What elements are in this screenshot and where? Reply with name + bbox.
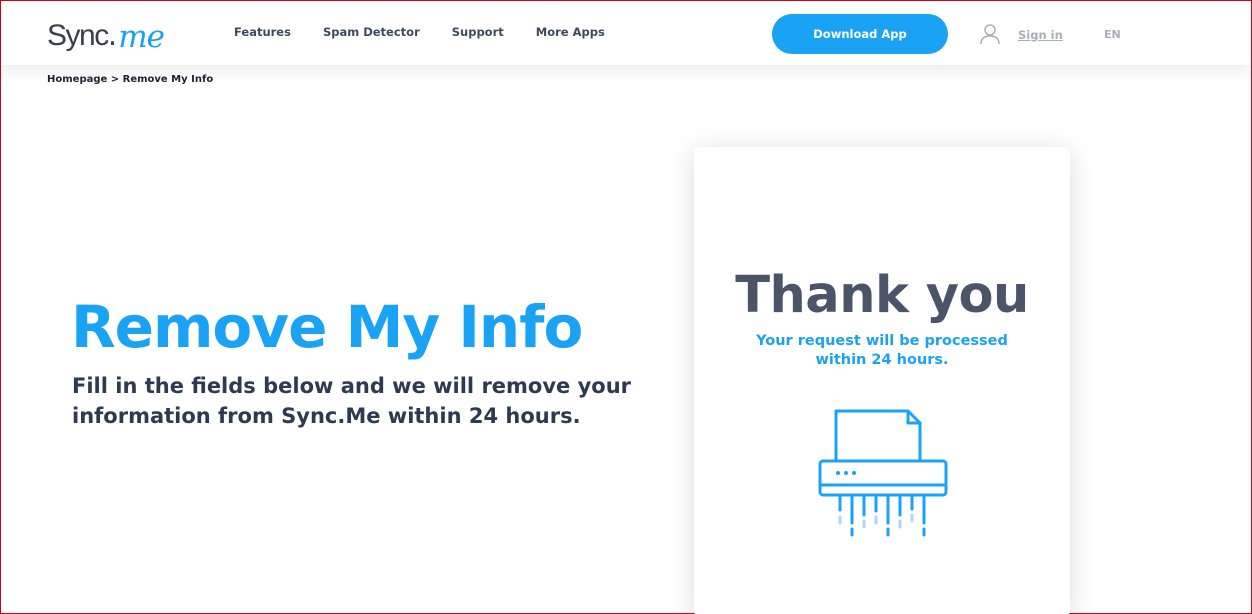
user-icon[interactable] (979, 23, 1001, 45)
logo-text-sync: Sync (47, 19, 109, 52)
nav-more-apps[interactable]: More Apps (536, 25, 605, 39)
paper-shredder-icon (818, 409, 948, 537)
sign-in-link[interactable]: Sign in (1018, 28, 1063, 42)
nav-support[interactable]: Support (452, 25, 504, 39)
main-nav: Features Spam Detector Support More Apps (234, 25, 637, 39)
logo-text-me: me (118, 19, 165, 55)
download-app-button[interactable]: Download App (772, 14, 948, 54)
page-title: Remove My Info (71, 293, 583, 361)
site-header: Sync. me Features Spam Detector Support M… (1, 1, 1251, 65)
request-processed-message: Your request will be processed within 24… (756, 333, 1008, 368)
thank-you-card: Thank you Your request will be processed… (694, 147, 1070, 614)
language-selector[interactable]: EN (1104, 28, 1121, 41)
breadcrumb: Homepage > Remove My Info (47, 74, 214, 85)
nav-features[interactable]: Features (234, 25, 291, 39)
logo-text-dot: . (107, 18, 118, 53)
page-subtitle: Fill in the fields below and we will rem… (72, 374, 632, 428)
nav-spam-detector[interactable]: Spam Detector (323, 25, 420, 39)
thank-you-title: Thank you (735, 266, 1029, 325)
syncme-logo[interactable]: Sync. me (47, 15, 165, 55)
